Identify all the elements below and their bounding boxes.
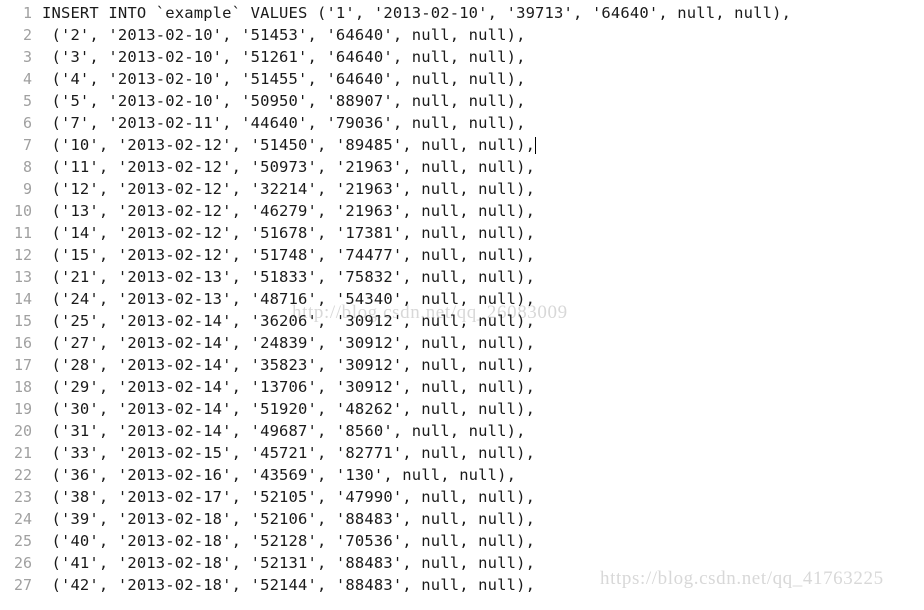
line-content[interactable]: ('29', '2013-02-14', '13706', '30912', n…	[32, 376, 924, 398]
line-content[interactable]: ('24', '2013-02-13', '48716', '54340', n…	[32, 288, 924, 310]
line-content[interactable]: ('14', '2013-02-12', '51678', '17381', n…	[32, 222, 924, 244]
line-content[interactable]: ('2', '2013-02-10', '51453', '64640', nu…	[32, 24, 924, 46]
line-number: 4	[22, 70, 32, 88]
line-content[interactable]: ('21', '2013-02-13', '51833', '75832', n…	[32, 266, 924, 288]
code-line[interactable]: 3 ('3', '2013-02-10', '51261', '64640', …	[0, 46, 924, 68]
line-content[interactable]: ('15', '2013-02-12', '51748', '74477', n…	[32, 244, 924, 266]
code-line[interactable]: 13 ('21', '2013-02-13', '51833', '75832'…	[0, 266, 924, 288]
code-line[interactable]: 23 ('38', '2013-02-17', '52105', '47990'…	[0, 486, 924, 508]
line-number: 26	[13, 554, 32, 572]
code-line[interactable]: 20 ('31', '2013-02-14', '49687', '8560',…	[0, 420, 924, 442]
code-line[interactable]: 14 ('24', '2013-02-13', '48716', '54340'…	[0, 288, 924, 310]
line-content[interactable]: ('4', '2013-02-10', '51455', '64640', nu…	[32, 68, 924, 90]
line-number: 10	[13, 202, 32, 220]
line-number: 14	[13, 290, 32, 308]
code-line[interactable]: 21 ('33', '2013-02-15', '45721', '82771'…	[0, 442, 924, 464]
code-line[interactable]: 9 ('12', '2013-02-12', '32214', '21963',…	[0, 178, 924, 200]
line-content[interactable]: ('13', '2013-02-12', '46279', '21963', n…	[32, 200, 924, 222]
line-number: 1	[22, 4, 32, 22]
line-number: 12	[13, 246, 32, 264]
line-number: 11	[13, 224, 32, 242]
code-line[interactable]: 17 ('28', '2013-02-14', '35823', '30912'…	[0, 354, 924, 376]
code-line[interactable]: 6 ('7', '2013-02-11', '44640', '79036', …	[0, 112, 924, 134]
code-editor[interactable]: http://blog.csdn.net/qq_26083009 https:/…	[0, 0, 924, 610]
line-number: 24	[13, 510, 32, 528]
line-number: 7	[22, 136, 32, 154]
line-content[interactable]: ('31', '2013-02-14', '49687', '8560', nu…	[32, 420, 924, 442]
line-number: 16	[13, 334, 32, 352]
line-content[interactable]: ('36', '2013-02-16', '43569', '130', nul…	[32, 464, 924, 486]
line-number: 2	[22, 26, 32, 44]
line-content[interactable]: ('30', '2013-02-14', '51920', '48262', n…	[32, 398, 924, 420]
line-content[interactable]: ('7', '2013-02-11', '44640', '79036', nu…	[32, 112, 924, 134]
line-content[interactable]: ('25', '2013-02-14', '36206', '30912', n…	[32, 310, 924, 332]
code-line[interactable]: 26 ('41', '2013-02-18', '52131', '88483'…	[0, 552, 924, 574]
line-number: 3	[22, 48, 32, 66]
line-number: 18	[13, 378, 32, 396]
line-content[interactable]: ('40', '2013-02-18', '52128', '70536', n…	[32, 530, 924, 552]
code-line[interactable]: 12 ('15', '2013-02-12', '51748', '74477'…	[0, 244, 924, 266]
line-content[interactable]: ('41', '2013-02-18', '52131', '88483', n…	[32, 552, 924, 574]
code-text-area[interactable]: 1 INSERT INTO `example` VALUES ('1', '201…	[0, 0, 924, 596]
code-line[interactable]: 10 ('13', '2013-02-12', '46279', '21963'…	[0, 200, 924, 222]
line-content[interactable]: INSERT INTO `example` VALUES ('1', '2013…	[32, 2, 924, 24]
line-number: 25	[13, 532, 32, 550]
line-number: 9	[22, 180, 32, 198]
line-number: 23	[13, 488, 32, 506]
code-line[interactable]: 1 INSERT INTO `example` VALUES ('1', '201…	[0, 2, 924, 24]
code-line[interactable]: 8 ('11', '2013-02-12', '50973', '21963',…	[0, 156, 924, 178]
code-line[interactable]: 16 ('27', '2013-02-14', '24839', '30912'…	[0, 332, 924, 354]
line-number: 13	[13, 268, 32, 286]
line-number: 15	[13, 312, 32, 330]
code-line[interactable]: 27 ('42', '2013-02-18', '52144', '88483'…	[0, 574, 924, 596]
line-content[interactable]: ('10', '2013-02-12', '51450', '89485', n…	[32, 134, 924, 156]
code-line[interactable]: 22 ('36', '2013-02-16', '43569', '130', …	[0, 464, 924, 486]
line-number: 17	[13, 356, 32, 374]
line-content[interactable]: ('33', '2013-02-15', '45721', '82771', n…	[32, 442, 924, 464]
code-line[interactable]: 2 ('2', '2013-02-10', '51453', '64640', …	[0, 24, 924, 46]
line-content[interactable]: ('5', '2013-02-10', '50950', '88907', nu…	[32, 90, 924, 112]
line-content[interactable]: ('42', '2013-02-18', '52144', '88483', n…	[32, 574, 924, 596]
line-number: 27	[13, 576, 32, 594]
code-line[interactable]: 19 ('30', '2013-02-14', '51920', '48262'…	[0, 398, 924, 420]
line-number: 5	[22, 92, 32, 110]
line-number: 8	[22, 158, 32, 176]
code-line[interactable]: 4 ('4', '2013-02-10', '51455', '64640', …	[0, 68, 924, 90]
line-number: 6	[22, 114, 32, 132]
code-line[interactable]: 24 ('39', '2013-02-18', '52106', '88483'…	[0, 508, 924, 530]
code-line[interactable]: 15 ('25', '2013-02-14', '36206', '30912'…	[0, 310, 924, 332]
line-content[interactable]: ('12', '2013-02-12', '32214', '21963', n…	[32, 178, 924, 200]
line-content[interactable]: ('39', '2013-02-18', '52106', '88483', n…	[32, 508, 924, 530]
line-content[interactable]: ('28', '2013-02-14', '35823', '30912', n…	[32, 354, 924, 376]
code-line[interactable]: 5 ('5', '2013-02-10', '50950', '88907', …	[0, 90, 924, 112]
line-content[interactable]: ('11', '2013-02-12', '50973', '21963', n…	[32, 156, 924, 178]
line-number: 22	[13, 466, 32, 484]
line-number: 20	[13, 422, 32, 440]
line-content[interactable]: ('3', '2013-02-10', '51261', '64640', nu…	[32, 46, 924, 68]
line-content[interactable]: ('27', '2013-02-14', '24839', '30912', n…	[32, 332, 924, 354]
code-line-active[interactable]: 7 ('10', '2013-02-12', '51450', '89485',…	[0, 134, 924, 156]
line-number: 21	[13, 444, 32, 462]
line-content[interactable]: ('38', '2013-02-17', '52105', '47990', n…	[32, 486, 924, 508]
line-number: 19	[13, 400, 32, 418]
code-line[interactable]: 11 ('14', '2013-02-12', '51678', '17381'…	[0, 222, 924, 244]
code-line[interactable]: 25 ('40', '2013-02-18', '52128', '70536'…	[0, 530, 924, 552]
code-line[interactable]: 18 ('29', '2013-02-14', '13706', '30912'…	[0, 376, 924, 398]
